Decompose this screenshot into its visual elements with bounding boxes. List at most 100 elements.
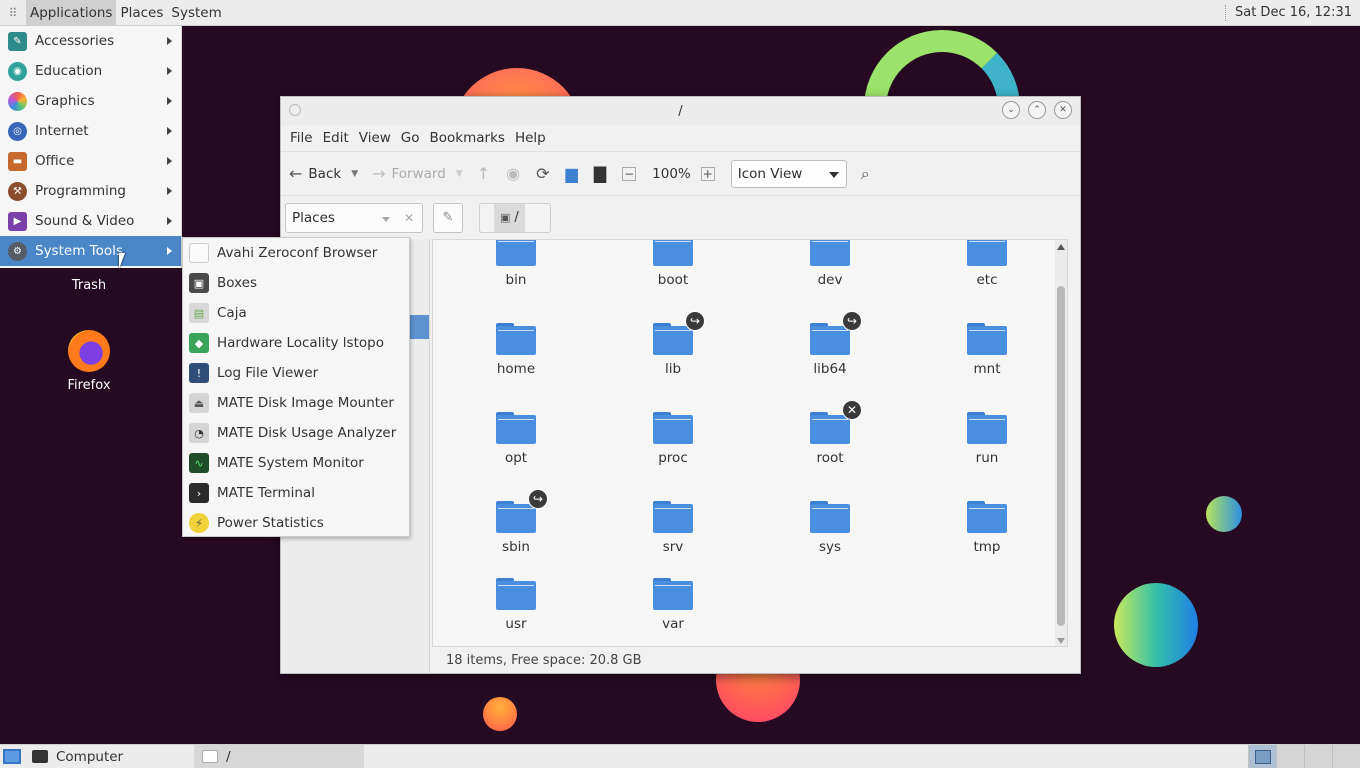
menu-item-disk-usage[interactable]: ◔ MATE Disk Usage Analyzer (183, 418, 409, 448)
workspace-4[interactable] (1332, 744, 1360, 768)
stop-button[interactable]: ◉ (506, 164, 526, 183)
menu-edit[interactable]: Edit (318, 130, 354, 146)
taskbar-item-root-folder[interactable]: / (194, 744, 364, 768)
app-category-education[interactable]: ◉ Education (0, 56, 181, 86)
app-category-programming[interactable]: ⚒ Programming (0, 176, 181, 206)
menu-help[interactable]: Help (510, 130, 551, 146)
app-category-internet[interactable]: ◎ Internet (0, 116, 181, 146)
folder-item-sbin[interactable]: ↪ sbin (466, 489, 566, 555)
sidebar-pane-select[interactable]: Places ✕ (285, 202, 423, 233)
folder-item-dev[interactable]: dev (780, 240, 880, 288)
scrollbar-thumb[interactable] (1057, 286, 1065, 626)
menu-item-label: Avahi Zeroconf Browser (217, 245, 378, 261)
menu-item-avahi[interactable]: Avahi Zeroconf Browser (183, 238, 409, 268)
computer-button[interactable]: ▇ (594, 164, 612, 183)
zoom-level: 100% (652, 165, 691, 182)
menu-item-log-viewer[interactable]: ! Log File Viewer (183, 358, 409, 388)
folder-item-usr[interactable]: usr (466, 578, 566, 632)
path-bar: ▣ / (479, 202, 551, 233)
applications-menu: ✎ Accessories ◉ Education Graphics ◎ Int… (0, 26, 182, 268)
app-category-sound-video[interactable]: ▶ Sound & Video (0, 206, 181, 236)
menu-applications[interactable]: Applications (26, 0, 117, 26)
menu-item-system-monitor[interactable]: ∿ MATE System Monitor (183, 448, 409, 478)
path-label: / (514, 210, 519, 225)
app-category-label: Education (35, 63, 103, 79)
log-viewer-icon: ! (189, 363, 209, 383)
window-titlebar[interactable]: / ⌄ ⌃ ✕ (281, 97, 1080, 125)
folder-item-boot[interactable]: boot (623, 240, 723, 288)
back-history-dropdown[interactable]: ▼ (351, 169, 358, 179)
unreadable-emblem-icon: ✕ (842, 400, 862, 420)
task-label: Computer (56, 748, 124, 765)
folder-item-lib64[interactable]: ↪ lib64 (780, 311, 880, 377)
app-category-accessories[interactable]: ✎ Accessories (0, 26, 181, 56)
zoom-out-button[interactable]: − (622, 166, 642, 181)
menu-item-disk-mounter[interactable]: ⏏ MATE Disk Image Mounter (183, 388, 409, 418)
desktop-icon-firefox[interactable]: Firefox (49, 330, 129, 393)
maximize-button[interactable]: ⌃ (1028, 101, 1046, 119)
folder-item-srv[interactable]: srv (623, 501, 723, 555)
menu-item-terminal[interactable]: › MATE Terminal (183, 478, 409, 508)
sidebar-selection[interactable] (409, 315, 429, 339)
up-arrow-icon: ↑ (476, 164, 491, 183)
toggle-location-edit-button[interactable]: ✎ (433, 202, 463, 233)
app-category-graphics[interactable]: Graphics (0, 86, 181, 116)
menu-places[interactable]: Places (116, 0, 167, 26)
workspace-2[interactable] (1276, 744, 1304, 768)
folder-item-etc[interactable]: etc (937, 240, 1037, 288)
folder-label: var (662, 616, 684, 632)
workspace-1[interactable] (1248, 744, 1276, 768)
menu-item-power-stats[interactable]: ⚡ Power Statistics (183, 508, 409, 538)
close-sidebar-icon[interactable]: ✕ (404, 211, 414, 225)
folder-item-lib[interactable]: ↪ lib (623, 311, 723, 377)
clock[interactable]: Sat Dec 16, 12:31 (1235, 5, 1352, 20)
folder-item-sys[interactable]: sys (780, 501, 880, 555)
zoom-in-button[interactable]: + (700, 166, 721, 181)
folder-item-proc[interactable]: proc (623, 412, 723, 466)
menu-bookmarks[interactable]: Bookmarks (425, 130, 510, 146)
menu-file[interactable]: File (285, 130, 318, 146)
back-button[interactable]: ← Back (289, 164, 341, 183)
home-button[interactable]: ▆ (566, 164, 584, 183)
scroll-up-icon[interactable] (1057, 244, 1065, 250)
applications-grid-icon[interactable]: ⠿ (0, 0, 26, 26)
app-category-office[interactable]: ▬ Office (0, 146, 181, 176)
icon-view[interactable]: bin boot dev etc home ↪ lib ↪ lib64 mnt opt proc ✕ ro… (432, 239, 1068, 647)
menu-item-lstopo[interactable]: ◆ Hardware Locality lstopo (183, 328, 409, 358)
search-button[interactable]: ⌕ (861, 164, 876, 184)
workspace-3[interactable] (1304, 744, 1332, 768)
path-segment-root[interactable]: ▣ / (494, 203, 525, 232)
forward-history-dropdown[interactable]: ▼ (456, 169, 463, 179)
menu-system[interactable]: System (167, 0, 225, 26)
reload-button[interactable]: ⟳ (536, 164, 555, 183)
menu-go[interactable]: Go (396, 130, 425, 146)
taskbar-item-computer[interactable]: Computer (24, 745, 194, 768)
up-button[interactable]: ↑ (477, 164, 496, 183)
folder-item-mnt[interactable]: mnt (937, 323, 1037, 377)
submenu-arrow-icon (167, 187, 172, 195)
folder-item-opt[interactable]: opt (466, 412, 566, 466)
folder-item-root[interactable]: ✕ root (780, 400, 880, 466)
vertical-scrollbar[interactable] (1055, 240, 1067, 646)
task-label: / (226, 748, 231, 765)
forward-button[interactable]: → Forward (372, 164, 446, 183)
minimize-button[interactable]: ⌄ (1002, 101, 1020, 119)
scroll-down-icon[interactable] (1057, 638, 1065, 644)
app-category-label: Graphics (35, 93, 95, 109)
menu-item-caja[interactable]: ▤ Caja (183, 298, 409, 328)
folder-item-var[interactable]: var (623, 578, 723, 632)
folder-item-bin[interactable]: bin (466, 240, 566, 288)
show-desktop-button[interactable] (0, 746, 24, 768)
forward-label: Forward (391, 165, 446, 182)
close-button[interactable]: ✕ (1054, 101, 1072, 119)
app-category-system-tools[interactable]: ⚙ System Tools (0, 236, 181, 266)
folder-item-home[interactable]: home (466, 323, 566, 377)
menu-item-boxes[interactable]: ▣ Boxes (183, 268, 409, 298)
menu-item-label: MATE Disk Image Mounter (217, 395, 394, 411)
submenu-arrow-icon (167, 67, 172, 75)
view-mode-select[interactable]: Icon View (730, 159, 847, 188)
folder-item-run[interactable]: run (937, 412, 1037, 466)
menu-view[interactable]: View (354, 130, 396, 146)
folder-item-tmp[interactable]: tmp (937, 501, 1037, 555)
desktop-icon-trash[interactable]: Trash (49, 278, 129, 293)
